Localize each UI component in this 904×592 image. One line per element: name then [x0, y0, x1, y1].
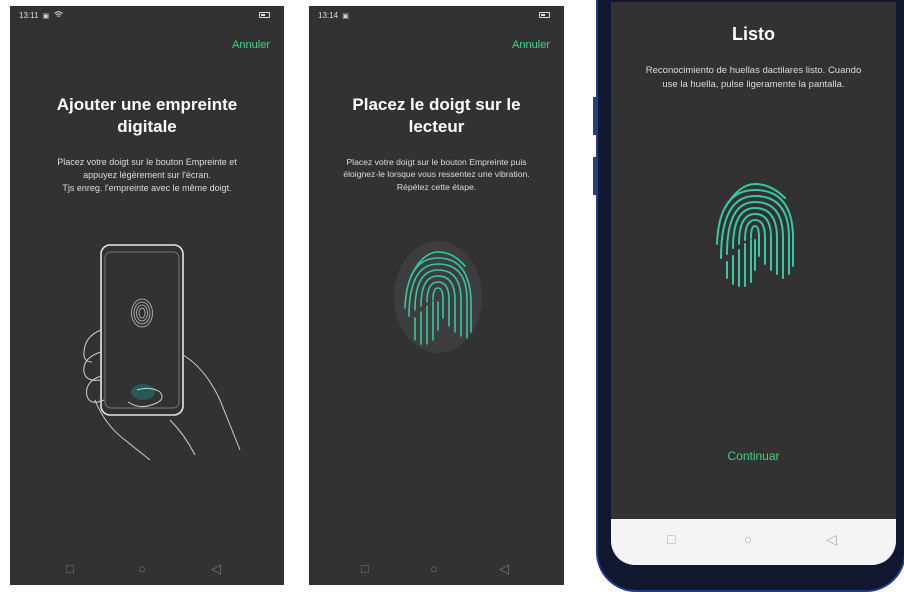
page-title: Ajouter une empreinte digitale: [10, 94, 284, 138]
page-title: Listo: [732, 24, 775, 44]
instruction-line: Reconocimiento de huellas dactilares lis…: [645, 65, 862, 76]
cancel-button[interactable]: Annuler: [512, 39, 550, 51]
title-line: digitale: [117, 117, 177, 136]
notification-icon: ▣: [342, 13, 349, 20]
instruction-line: appuyez légèrement sur l'écran.: [83, 170, 211, 181]
navigation-bar: □ ○ ◁: [309, 561, 564, 577]
instructions: Reconocimiento de huellas dactilares lis…: [611, 64, 896, 92]
recent-apps-button[interactable]: □: [361, 561, 369, 577]
navigation-bar: □ ○ ◁: [611, 519, 896, 565]
status-time: 13:14: [318, 11, 339, 20]
home-button[interactable]: ○: [744, 531, 752, 547]
status-time: 13:11: [19, 11, 39, 20]
fingerprint-icon: [394, 241, 482, 353]
battery-icon: [539, 12, 550, 18]
phone-frame: Listo Reconocimiento de huellas dactilar…: [593, 0, 904, 592]
volume-button: [593, 97, 596, 135]
instruction-line: Placez votre doigt sur le bouton Emprein…: [346, 157, 527, 167]
continue-button[interactable]: Continuar: [611, 449, 896, 463]
back-button[interactable]: ◁: [826, 531, 837, 548]
title-line: Ajouter une empreinte: [56, 95, 238, 114]
status-bar: 13:14 ▣: [309, 6, 564, 24]
instruction-line: Tjs enreg. l'empreinte avec le même doig…: [62, 183, 232, 194]
notification-icon: ▣: [42, 13, 50, 20]
screen-fingerprint-ready: Listo Reconocimiento de huellas dactilar…: [611, 2, 896, 565]
cancel-button[interactable]: Annuler: [232, 39, 270, 51]
back-button[interactable]: ◁: [499, 561, 509, 577]
recent-apps-button[interactable]: □: [667, 531, 675, 547]
instructions: Placez votre doigt sur le bouton Emprein…: [10, 156, 284, 195]
instruction-line: éloignez-le lorsque vous ressentez une v…: [343, 169, 530, 180]
screen-place-finger: 13:14 ▣ Annuler Placez le doigt sur le l…: [309, 6, 564, 585]
home-button[interactable]: ○: [138, 561, 146, 577]
home-button[interactable]: ○: [430, 561, 438, 577]
status-bar: 13:11 ▣: [10, 6, 284, 24]
title-line: Placez le doigt sur le: [352, 95, 521, 114]
screen-add-fingerprint: 13:11 ▣ Annuler Ajouter une empreinte di…: [10, 6, 284, 585]
instructions: Placez votre doigt sur le bouton Emprein…: [309, 156, 564, 193]
instruction-line: Répétez cette étape.: [396, 181, 477, 192]
back-button[interactable]: ◁: [211, 561, 221, 577]
instruction-line: Placez votre doigt sur le bouton Emprein…: [57, 157, 237, 167]
page-title: Placez le doigt sur le lecteur: [309, 94, 564, 138]
hand-phone-illustration: [83, 244, 241, 460]
instruction-line: use la huella, pulse ligeramente la pant…: [662, 78, 845, 90]
title-line: lecteur: [408, 117, 465, 136]
wifi-icon: [53, 11, 63, 20]
battery-icon: [259, 12, 270, 18]
power-button: [593, 157, 596, 195]
navigation-bar: □ ○ ◁: [10, 561, 284, 577]
recent-apps-button[interactable]: □: [66, 561, 74, 577]
fingerprint-icon: [716, 182, 794, 287]
